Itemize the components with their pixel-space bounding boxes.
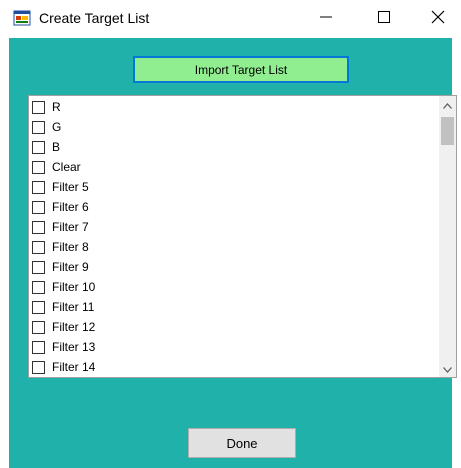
item-label: Filter 13 (52, 340, 96, 354)
list-item[interactable]: Filter 12 (32, 317, 432, 337)
list-item[interactable]: Filter 5 (32, 177, 432, 197)
list-item[interactable]: Filter 7 (32, 217, 432, 237)
create-target-list-window: Create Target List Import Target List RG… (0, 0, 461, 468)
title-bar[interactable]: Create Target List (0, 0, 461, 38)
list-item[interactable]: G (32, 117, 432, 137)
list-item[interactable]: B (32, 137, 432, 157)
list-item[interactable]: Filter 11 (32, 297, 432, 317)
item-label: Filter 8 (52, 240, 89, 254)
scroll-up-button[interactable] (439, 96, 456, 113)
chevron-up-icon (443, 96, 452, 114)
target-list-items: R G B Clear Filter 5 Filter 6 Filter 7 Filter 8… (32, 97, 432, 377)
import-target-list-button[interactable]: Import Target List (133, 56, 349, 83)
minimize-button[interactable] (303, 0, 349, 38)
item-label: R (52, 100, 61, 114)
item-label: Filter 5 (52, 180, 89, 194)
close-icon (431, 10, 445, 29)
item-label: Clear (52, 160, 81, 174)
item-checkbox[interactable] (32, 140, 45, 154)
item-label: G (52, 120, 62, 134)
item-label: Filter 9 (52, 260, 89, 274)
item-checkbox[interactable] (32, 120, 45, 134)
close-button[interactable] (415, 0, 461, 38)
item-checkbox[interactable] (32, 340, 45, 354)
item-label: Filter 7 (52, 220, 89, 234)
list-item[interactable]: Filter 10 (32, 277, 432, 297)
target-checklist[interactable]: R G B Clear Filter 5 Filter 6 Filter 7 Filter 8… (28, 95, 457, 378)
maximize-icon (378, 10, 390, 28)
list-item[interactable]: Filter 6 (32, 197, 432, 217)
item-checkbox[interactable] (32, 300, 45, 314)
list-item[interactable]: Clear (32, 157, 432, 177)
list-item[interactable]: Filter 13 (32, 337, 432, 357)
item-checkbox[interactable] (32, 360, 45, 374)
list-item[interactable]: Filter 8 (32, 237, 432, 257)
item-checkbox[interactable] (32, 220, 45, 234)
window-title: Create Target List (39, 10, 150, 26)
list-item[interactable]: Filter 14 (32, 357, 432, 377)
minimize-icon (320, 10, 332, 28)
chevron-down-icon (443, 360, 452, 378)
item-checkbox[interactable] (32, 320, 45, 334)
item-label: Filter 11 (52, 300, 95, 314)
item-checkbox[interactable] (32, 200, 45, 214)
vertical-scrollbar[interactable] (439, 96, 456, 377)
item-checkbox[interactable] (32, 160, 45, 174)
item-label: Filter 14 (52, 360, 96, 374)
item-checkbox[interactable] (32, 260, 45, 274)
done-button[interactable]: Done (188, 428, 296, 458)
item-label: Filter 12 (52, 320, 96, 334)
scroll-thumb[interactable] (441, 117, 454, 145)
item-checkbox[interactable] (32, 240, 45, 254)
item-label: Filter 6 (52, 200, 89, 214)
list-item[interactable]: Filter 9 (32, 257, 432, 277)
scroll-down-button[interactable] (439, 360, 456, 377)
item-label: B (52, 140, 61, 154)
item-checkbox[interactable] (32, 100, 45, 114)
app-window-icon (13, 9, 31, 27)
item-checkbox[interactable] (32, 180, 45, 194)
item-label: Filter 10 (52, 280, 96, 294)
list-item[interactable]: R (32, 97, 432, 117)
maximize-button[interactable] (361, 0, 407, 38)
client-area: Import Target List R G B Clear Filter 5 Filte… (9, 38, 457, 468)
item-checkbox[interactable] (32, 280, 45, 294)
